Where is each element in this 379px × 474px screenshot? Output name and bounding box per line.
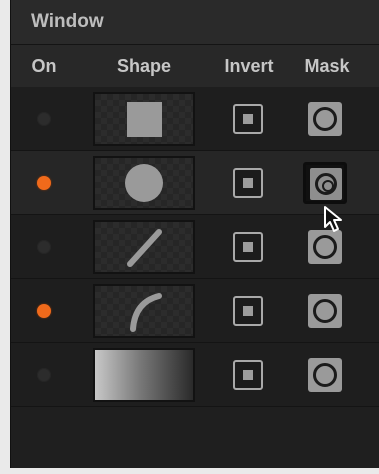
invert-icon bbox=[243, 242, 253, 252]
window-row-gradient bbox=[11, 343, 379, 407]
on-toggle[interactable] bbox=[37, 240, 51, 254]
column-header-mask: Mask bbox=[304, 56, 350, 76]
shape-preview-button[interactable] bbox=[93, 220, 195, 274]
curve-shape-icon bbox=[130, 293, 162, 332]
mask-button-face bbox=[310, 168, 342, 200]
column-header-invert: Invert bbox=[224, 56, 274, 76]
invert-button[interactable] bbox=[233, 168, 263, 198]
invert-icon bbox=[243, 306, 253, 316]
column-header-on: On bbox=[31, 56, 57, 76]
shape-preview-button[interactable] bbox=[93, 348, 195, 402]
on-toggle[interactable] bbox=[37, 368, 51, 382]
mask-button[interactable] bbox=[308, 294, 342, 328]
column-header-shape: Shape bbox=[116, 56, 172, 76]
mouse-pointer-icon bbox=[324, 206, 342, 232]
invert-button[interactable] bbox=[233, 104, 263, 134]
mask-button[interactable] bbox=[308, 102, 342, 136]
window-row-rectangle bbox=[11, 87, 379, 151]
invert-icon bbox=[243, 370, 253, 380]
line-shape-icon bbox=[127, 229, 162, 267]
column-header-row: On Shape Invert Mask bbox=[11, 45, 379, 88]
mask-icon bbox=[313, 363, 337, 387]
shape-preview-button[interactable] bbox=[93, 284, 195, 338]
mask-icon bbox=[315, 173, 337, 195]
invert-icon bbox=[243, 114, 253, 124]
on-toggle[interactable] bbox=[37, 304, 51, 318]
invert-icon bbox=[243, 178, 253, 188]
panel-title: Window bbox=[31, 11, 104, 32]
mask-icon bbox=[313, 235, 337, 259]
invert-button[interactable] bbox=[233, 296, 263, 326]
shape-preview-button[interactable] bbox=[93, 92, 195, 146]
mask-icon bbox=[313, 299, 337, 323]
circle-shape-icon bbox=[125, 164, 163, 202]
window-row-curve bbox=[11, 279, 379, 343]
on-toggle[interactable] bbox=[37, 176, 51, 190]
panel-title-bar: Window bbox=[11, 0, 379, 45]
mask-button[interactable] bbox=[308, 358, 342, 392]
mask-button[interactable] bbox=[308, 230, 342, 264]
shape-preview-button[interactable] bbox=[93, 156, 195, 210]
invert-button[interactable] bbox=[233, 232, 263, 262]
mask-icon bbox=[313, 107, 337, 131]
invert-button[interactable] bbox=[233, 360, 263, 390]
on-toggle[interactable] bbox=[37, 112, 51, 126]
mask-button[interactable] bbox=[303, 162, 347, 204]
rectangle-shape-icon bbox=[127, 102, 162, 137]
